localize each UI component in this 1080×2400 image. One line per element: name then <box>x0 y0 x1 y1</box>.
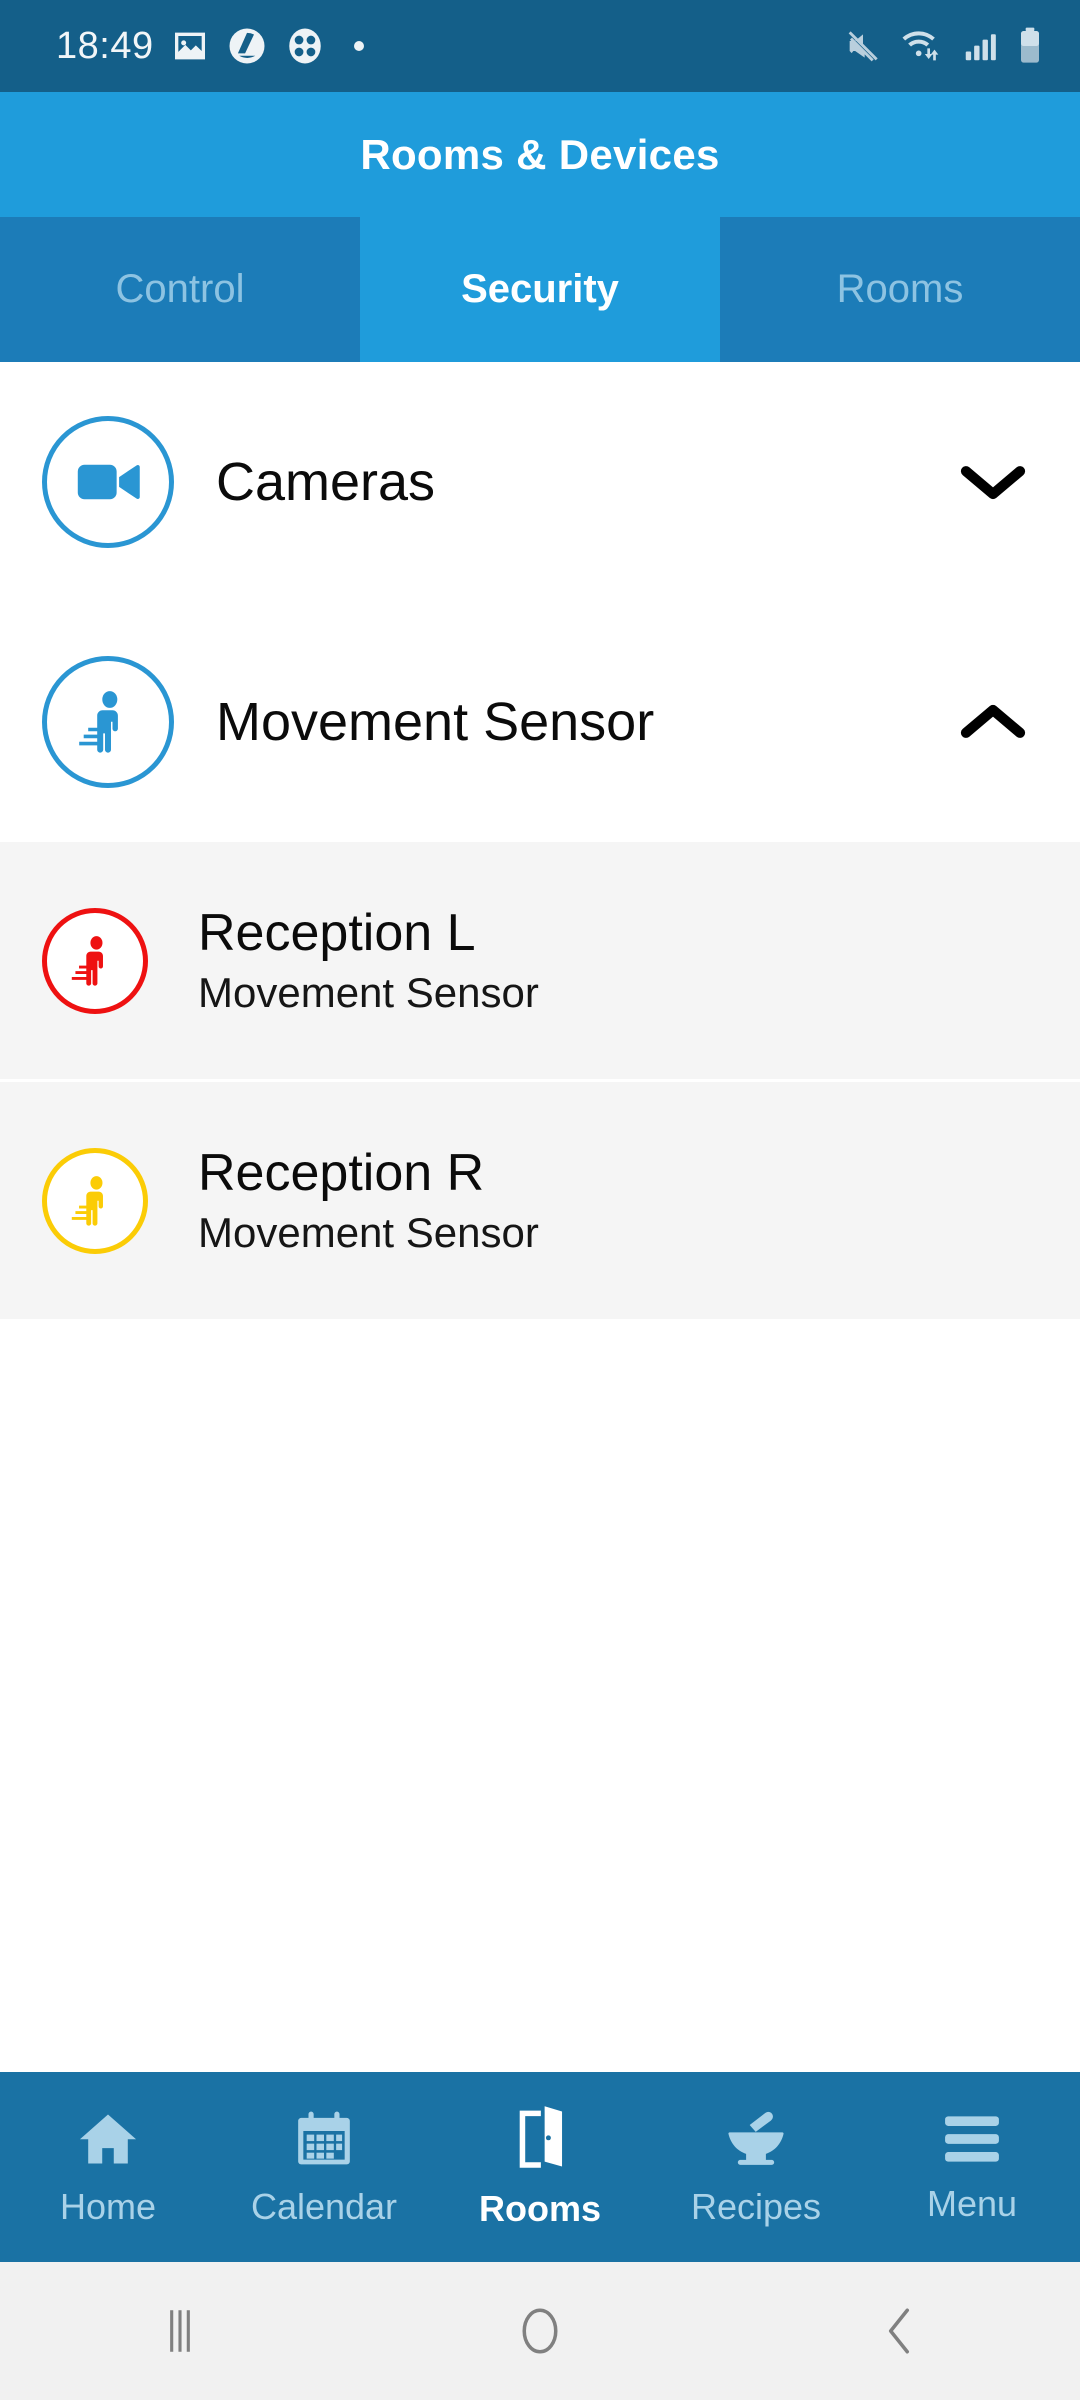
reception-r-texts: Reception R Movement Sensor <box>198 1144 539 1258</box>
android-recents-button[interactable] <box>0 2304 360 2358</box>
page-title: Rooms & Devices <box>360 130 720 178</box>
status-bar-clock: 18:49 <box>56 24 154 67</box>
nav-item-calendar[interactable]: Calendar <box>216 2106 432 2228</box>
cameras-icon-badge <box>42 416 174 548</box>
walking-person-icon <box>71 935 103 986</box>
android-back-button[interactable] <box>720 2302 1080 2360</box>
tab-control[interactable]: Control <box>0 217 360 362</box>
reception-r-status-badge <box>42 1147 148 1254</box>
door-icon <box>519 2106 563 2168</box>
back-icon <box>888 2308 910 2354</box>
reception-l-texts: Reception L Movement Sensor <box>198 904 539 1018</box>
movement-sensor-icon-badge <box>42 656 174 788</box>
home-circle-icon <box>522 2308 558 2354</box>
battery-icon <box>1021 27 1039 63</box>
status-bar: 18:49 <box>0 0 1080 92</box>
group-label-movement-sensor: Movement Sensor <box>216 692 655 752</box>
nav-label-home: Home <box>59 2186 157 2227</box>
chevron-down-icon <box>960 466 1026 500</box>
nav-label-rooms: Rooms <box>478 2188 601 2229</box>
phone-screen: 18:49 Rooms & Devices Control Security R… <box>0 0 1080 2400</box>
nav-label-calendar: Calendar <box>250 2186 398 2227</box>
movement-sensor-collapse-toggle[interactable] <box>948 699 1038 745</box>
signal-icon <box>965 34 996 61</box>
reception-l-status-badge <box>42 907 148 1014</box>
calendar-icon <box>298 2111 350 2165</box>
nav-label-recipes: Recipes <box>690 2186 822 2227</box>
tab-security-label: Security <box>461 267 619 311</box>
device-name: Reception R <box>198 1143 485 1202</box>
device-row-reception-r[interactable]: Reception R Movement Sensor <box>0 1082 1080 1322</box>
walking-person-icon <box>71 1175 103 1226</box>
android-home-button[interactable] <box>360 2302 720 2360</box>
drive-icon <box>229 28 265 64</box>
walking-person-icon <box>79 691 118 753</box>
group-row-cameras[interactable]: Cameras <box>0 362 1080 602</box>
tab-bar: Control Security Rooms <box>0 217 1080 362</box>
bottom-navigation: Home Calendar Rooms Recipes Menu <box>0 2072 1080 2262</box>
device-type: Movement Sensor <box>198 1208 539 1256</box>
group-label-cameras: Cameras <box>216 452 436 512</box>
device-row-reception-l[interactable]: Reception L Movement Sensor <box>0 842 1080 1082</box>
mortar-pestle-icon <box>728 2111 784 2165</box>
nav-label-menu: Menu <box>926 2183 1018 2224</box>
nav-item-rooms[interactable]: Rooms <box>432 2104 648 2230</box>
home-icon <box>79 2114 137 2164</box>
group-row-movement-sensor[interactable]: Movement Sensor <box>0 602 1080 842</box>
app-header: Rooms & Devices <box>0 92 1080 217</box>
nav-item-menu[interactable]: Menu <box>864 2109 1080 2225</box>
device-list: Cameras Movement Sensor Reception L Move… <box>0 362 1080 2072</box>
mute-icon <box>848 31 878 62</box>
tab-rooms[interactable]: Rooms <box>720 217 1080 362</box>
cameras-expand-toggle[interactable] <box>948 459 1038 505</box>
tab-security[interactable]: Security <box>360 217 720 362</box>
nav-item-recipes[interactable]: Recipes <box>648 2106 864 2228</box>
tab-control-label: Control <box>115 267 245 311</box>
hamburger-icon <box>945 2116 999 2162</box>
dot-indicator-icon <box>353 41 364 51</box>
tab-rooms-label: Rooms <box>836 267 964 311</box>
clover-icon <box>288 28 321 64</box>
device-type: Movement Sensor <box>198 968 539 1016</box>
image-icon <box>174 32 205 60</box>
android-navigation-bar <box>0 2262 1080 2400</box>
chevron-up-icon <box>960 704 1026 738</box>
recents-icon <box>170 2310 190 2352</box>
nav-item-home[interactable]: Home <box>0 2106 216 2228</box>
video-camera-icon <box>77 464 140 500</box>
device-name: Reception L <box>198 903 476 962</box>
status-bar-left: 18:49 <box>56 25 364 68</box>
status-bar-right <box>843 26 1044 66</box>
wifi-icon <box>902 31 939 61</box>
